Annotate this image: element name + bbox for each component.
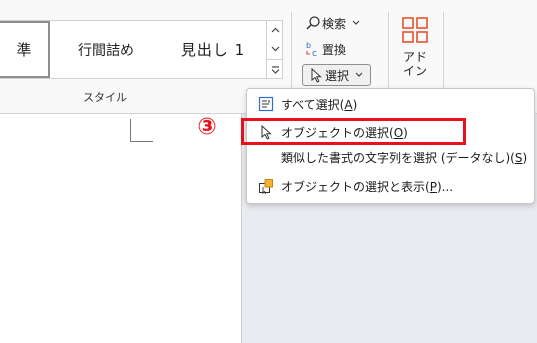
style-no-spacing[interactable]: 行間詰め <box>52 21 160 78</box>
cursor-arrow-icon <box>307 66 325 84</box>
page-margin-corner-mark <box>130 119 153 142</box>
svg-text:b: b <box>306 41 311 50</box>
menu-item-label: すべて選択(A) <box>281 97 358 112</box>
menu-item-selection-pane[interactable]: オブジェクトの選択と表示(P)... <box>251 173 530 199</box>
style-no-spacing-label: 行間詰め <box>78 42 134 59</box>
menu-item-select-similar-formatting[interactable]: 類似した書式の文字列を選択 (データなし)(S) <box>251 144 530 170</box>
annotation-highlight-box <box>241 118 466 145</box>
gallery-scroll-down-button[interactable] <box>267 39 283 58</box>
step-number-badge: ③ <box>197 114 217 140</box>
style-heading-1[interactable]: 見出し 1 <box>160 21 266 78</box>
gallery-scroll-up-button[interactable] <box>267 20 283 39</box>
style-normal[interactable]: 準 <box>0 21 50 78</box>
selection-pane-icon <box>251 178 281 194</box>
group-divider <box>388 12 389 100</box>
find-label: 検索 <box>322 16 347 31</box>
replace-label: 置換 <box>322 42 347 57</box>
styles-gallery: 準 行間詰め 見出し 1 <box>0 20 283 79</box>
menu-item-label: 類似した書式の文字列を選択 (データなし)(S) <box>281 150 528 165</box>
svg-text:c: c <box>312 49 317 58</box>
select-dropdown-menu: すべて選択(A) オブジェクトの選択(O) 類似した書式の文字列を選択 (データ… <box>246 88 535 204</box>
select-label: 選択 <box>325 68 350 83</box>
styles-group-label: スタイル <box>83 91 127 104</box>
chevron-down-icon <box>355 70 363 80</box>
replace-icon: bc <box>304 40 322 58</box>
addins-icon <box>401 17 429 48</box>
select-all-icon <box>251 96 281 112</box>
chevron-down-icon <box>271 46 279 51</box>
chevron-up-icon <box>271 27 279 32</box>
search-icon <box>304 14 322 32</box>
replace-button[interactable]: bc 置換 <box>304 40 346 58</box>
menu-item-label: オブジェクトの選択と表示(P)... <box>281 179 454 194</box>
gallery-scroll <box>266 20 283 79</box>
find-button[interactable]: 検索 <box>304 14 360 32</box>
addins-label: アド イン <box>402 50 427 78</box>
gallery-more-button[interactable] <box>267 59 283 79</box>
group-divider <box>291 12 292 100</box>
addins-button[interactable]: アド イン <box>397 16 433 84</box>
document-page[interactable] <box>0 114 242 343</box>
select-button[interactable]: 選択 <box>302 64 371 86</box>
style-normal-label: 準 <box>16 41 32 59</box>
group-divider <box>443 12 444 100</box>
style-heading-1-label: 見出し 1 <box>180 41 246 59</box>
chevron-down-icon <box>352 18 360 28</box>
menu-item-select-all[interactable]: すべて選択(A) <box>251 91 530 117</box>
more-icon <box>271 65 279 74</box>
